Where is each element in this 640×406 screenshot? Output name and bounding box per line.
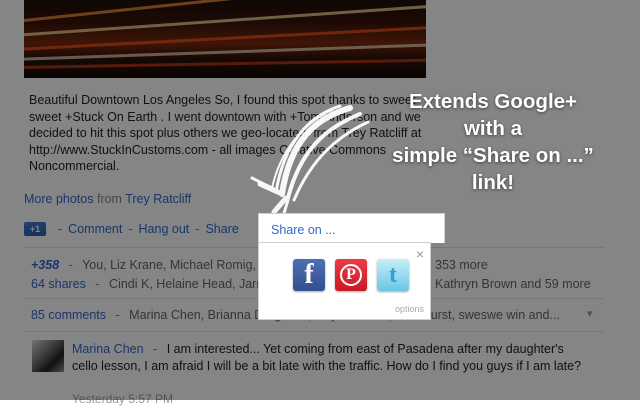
options-link[interactable]: options <box>395 304 424 314</box>
promo-callout: Extends Google+ with a simple “Share on … <box>368 88 618 196</box>
share-on-popup: × f P t options <box>258 242 431 320</box>
facebook-glyph: f <box>304 259 314 290</box>
callout-line: simple “Share on ...” <box>392 144 594 167</box>
facebook-icon[interactable]: f <box>293 259 325 291</box>
share-on-link[interactable]: Share on ... <box>271 223 336 237</box>
twitter-glyph: t <box>389 261 397 288</box>
callout-line: Extends Google+ <box>408 90 578 113</box>
callout-line: with a <box>463 117 523 140</box>
twitter-icon[interactable]: t <box>377 259 409 291</box>
share-on-tab[interactable]: Share on ... <box>258 213 445 243</box>
callout-line: link! <box>471 171 515 194</box>
close-icon[interactable]: × <box>416 247 424 261</box>
pinterest-glyph: P <box>340 264 362 286</box>
pinterest-icon[interactable]: P <box>335 259 367 291</box>
